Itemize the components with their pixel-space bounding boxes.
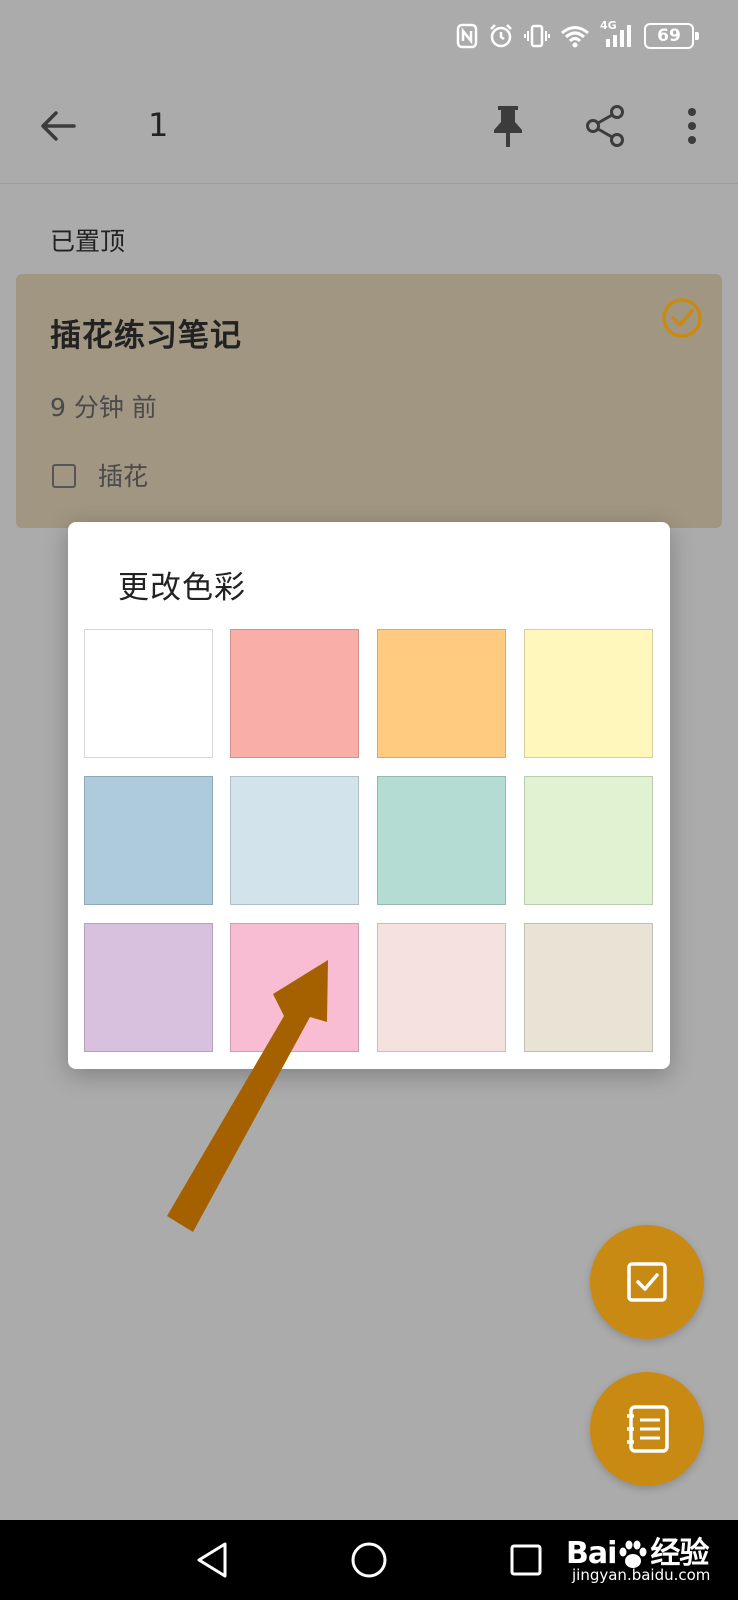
alarm-icon	[490, 24, 512, 48]
nav-back-button[interactable]	[190, 1538, 234, 1582]
color-swatch-light-blue[interactable]	[230, 776, 359, 905]
more-vertical-icon	[688, 108, 696, 144]
color-swatch-beige[interactable]	[524, 923, 653, 1052]
nav-home-button[interactable]	[347, 1538, 391, 1582]
nav-back-icon	[197, 1542, 227, 1578]
color-swatch-purple[interactable]	[84, 923, 213, 1052]
note-timestamp: 9 分钟 前	[50, 393, 157, 422]
change-color-dialog: 更改色彩	[68, 522, 670, 1069]
back-button[interactable]	[32, 100, 84, 152]
nfc-icon	[456, 23, 478, 49]
color-swatch-teal[interactable]	[377, 776, 506, 905]
color-swatch-blue[interactable]	[84, 776, 213, 905]
checklist-item-label: 插花	[98, 462, 149, 491]
more-options-button[interactable]	[672, 100, 712, 152]
pin-button[interactable]	[482, 100, 534, 152]
color-swatch-orange[interactable]	[377, 629, 506, 758]
selected-check-icon[interactable]	[660, 296, 704, 340]
status-bar: 4G 69	[0, 0, 738, 72]
status-icons: 4G 69	[456, 19, 699, 52]
color-swatch-light-pink[interactable]	[377, 923, 506, 1052]
new-note-fab[interactable]	[590, 1372, 704, 1486]
nav-home-icon	[351, 1542, 387, 1578]
new-checklist-fab[interactable]	[590, 1225, 704, 1339]
baidu-jingyan-watermark: Bai 经验 jingyan.baidu.com	[562, 1526, 732, 1586]
pinned-section-label: 已置顶	[50, 227, 126, 256]
wifi-icon	[561, 26, 589, 48]
watermark-url: jingyan.baidu.com	[572, 1566, 711, 1584]
color-swatch-light-green[interactable]	[524, 776, 653, 905]
vibrate-icon	[524, 24, 550, 48]
checklist-checkbox[interactable]	[52, 464, 76, 488]
color-swatch-yellow[interactable]	[524, 629, 653, 758]
color-swatch-red[interactable]	[230, 629, 359, 758]
nav-recent-button[interactable]	[504, 1538, 548, 1582]
new-note-icon	[627, 1405, 669, 1453]
new-checklist-icon	[627, 1262, 667, 1302]
battery-level: 69	[657, 26, 681, 46]
color-swatch-white[interactable]	[84, 629, 213, 758]
paw-icon	[619, 1540, 647, 1568]
app-bar: 1	[0, 72, 738, 184]
note-title: 插花练习笔记	[50, 318, 242, 354]
page-title: 1	[148, 106, 169, 144]
back-arrow-icon	[41, 111, 76, 141]
color-swatch-pink[interactable]	[230, 923, 359, 1052]
nav-recent-icon	[510, 1544, 542, 1576]
share-button[interactable]	[580, 100, 632, 152]
battery-icon: 69	[644, 23, 699, 49]
share-icon	[586, 105, 624, 147]
signal-icon: 4G	[600, 19, 634, 49]
pin-icon	[494, 106, 522, 147]
note-card[interactable]: 插花练习笔记 9 分钟 前 插花	[16, 274, 722, 528]
dialog-title: 更改色彩	[118, 570, 246, 606]
